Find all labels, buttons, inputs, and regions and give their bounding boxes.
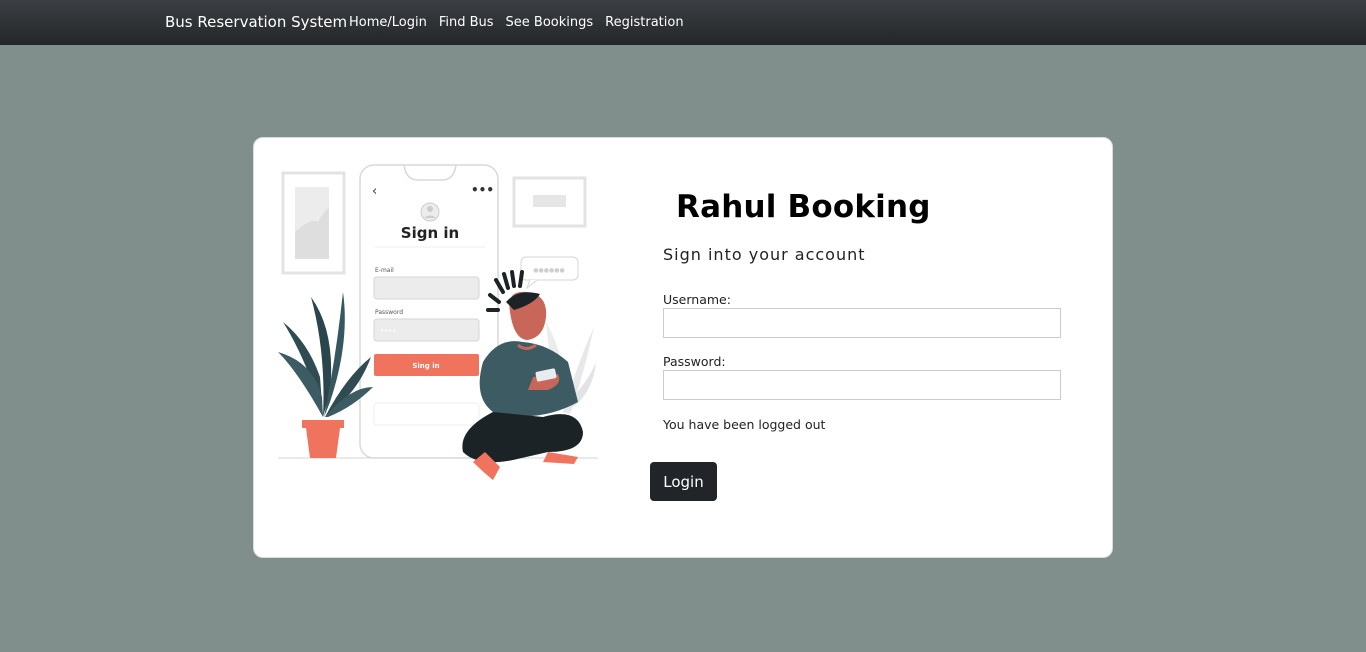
phone-email-label: E-mail <box>375 267 394 274</box>
nav-home-login[interactable]: Home/Login <box>349 0 427 45</box>
logout-message: You have been logged out <box>663 417 826 432</box>
nav-see-bookings[interactable]: See Bookings <box>506 0 594 45</box>
svg-text:••••: •••• <box>380 327 397 335</box>
login-button[interactable]: Login <box>650 462 717 501</box>
login-card: ‹ ••• Sign in E-mail Password •••• Sing … <box>253 137 1113 558</box>
phone-sign-in-title: Sign in <box>401 224 459 242</box>
top-navbar: Bus Reservation System Home/Login Find B… <box>0 0 1366 45</box>
phone-password-label: Password <box>375 309 403 316</box>
username-label: Username: <box>663 292 731 307</box>
nav-links: Home/Login Find Bus See Bookings Registr… <box>349 0 684 45</box>
password-input[interactable] <box>663 370 1061 400</box>
menu-dots-icon: ••• <box>471 183 494 197</box>
page-title: Rahul Booking <box>676 189 931 225</box>
password-label: Password: <box>663 354 726 369</box>
nav-find-bus[interactable]: Find Bus <box>439 0 494 45</box>
svg-text:Sing in: Sing in <box>412 362 439 370</box>
phone-email-field <box>373 276 480 300</box>
username-input[interactable] <box>663 308 1061 338</box>
nav-registration[interactable]: Registration <box>605 0 683 45</box>
plant-icon <box>278 292 373 458</box>
navbar-brand[interactable]: Bus Reservation System <box>165 0 347 45</box>
page-subtitle: Sign into your account <box>663 245 866 264</box>
svg-text:●●●●●●: ●●●●●● <box>533 267 564 274</box>
back-arrow-icon: ‹ <box>372 184 377 199</box>
sign-in-illustration: ‹ ••• Sign in E-mail Password •••• Sing … <box>278 164 598 480</box>
